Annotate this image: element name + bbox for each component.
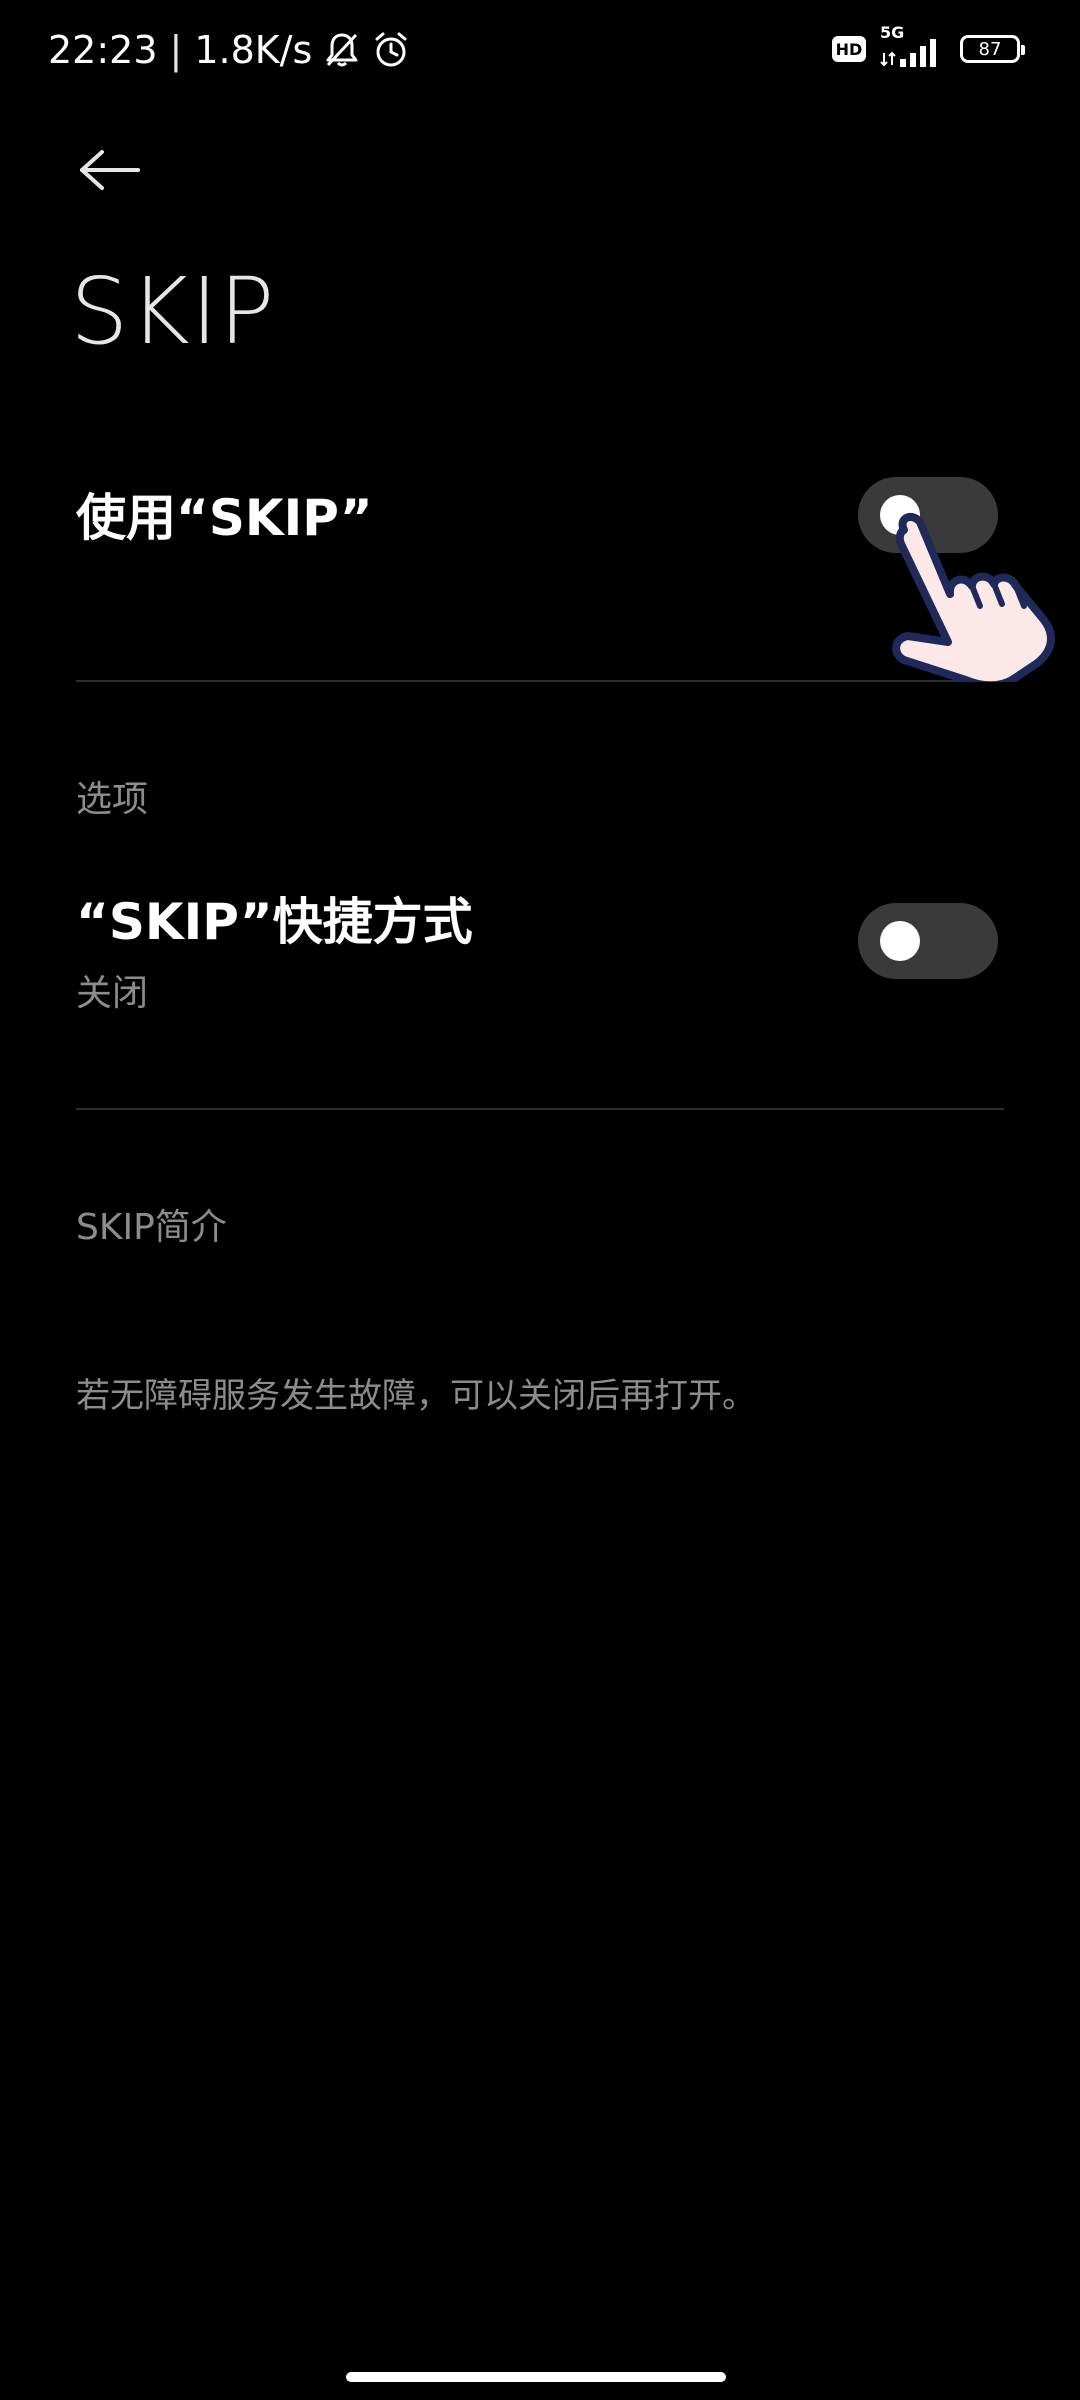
divider — [76, 680, 1004, 682]
page-title: SKIP — [70, 258, 276, 365]
battery-icon: 87 — [960, 35, 1025, 63]
status-time: 22:23 — [48, 28, 158, 72]
section-header-intro: SKIP简介 — [76, 1207, 227, 1248]
hd-icon: HD — [832, 36, 866, 62]
toggle-knob — [880, 921, 920, 961]
alarm-icon — [372, 31, 410, 69]
status-right: HD 5G 87 — [832, 23, 1025, 72]
back-arrow-icon — [80, 150, 140, 190]
network-speed: 1.8K/s — [194, 28, 313, 72]
skip-shortcut-status: 关闭 — [76, 973, 149, 1014]
intro-description: 若无障碍服务发生故障，可以关闭后再打开。 — [76, 1376, 756, 1416]
battery-level: 87 — [978, 38, 1002, 60]
section-header-options: 选项 — [76, 779, 149, 820]
signal-5g-icon: 5G — [880, 23, 946, 69]
bell-muted-icon — [324, 31, 360, 69]
home-indicator[interactable] — [346, 2372, 726, 2382]
hand-pointer-icon — [876, 502, 1064, 690]
status-bar: 22:23 | 1.8K/s HD 5G 87 — [0, 0, 1080, 100]
status-left: 22:23 | 1.8K/s — [48, 24, 410, 76]
back-button[interactable] — [70, 130, 150, 210]
skip-shortcut-toggle[interactable] — [858, 903, 998, 979]
divider — [76, 1108, 1004, 1110]
status-separator: | — [169, 28, 183, 72]
